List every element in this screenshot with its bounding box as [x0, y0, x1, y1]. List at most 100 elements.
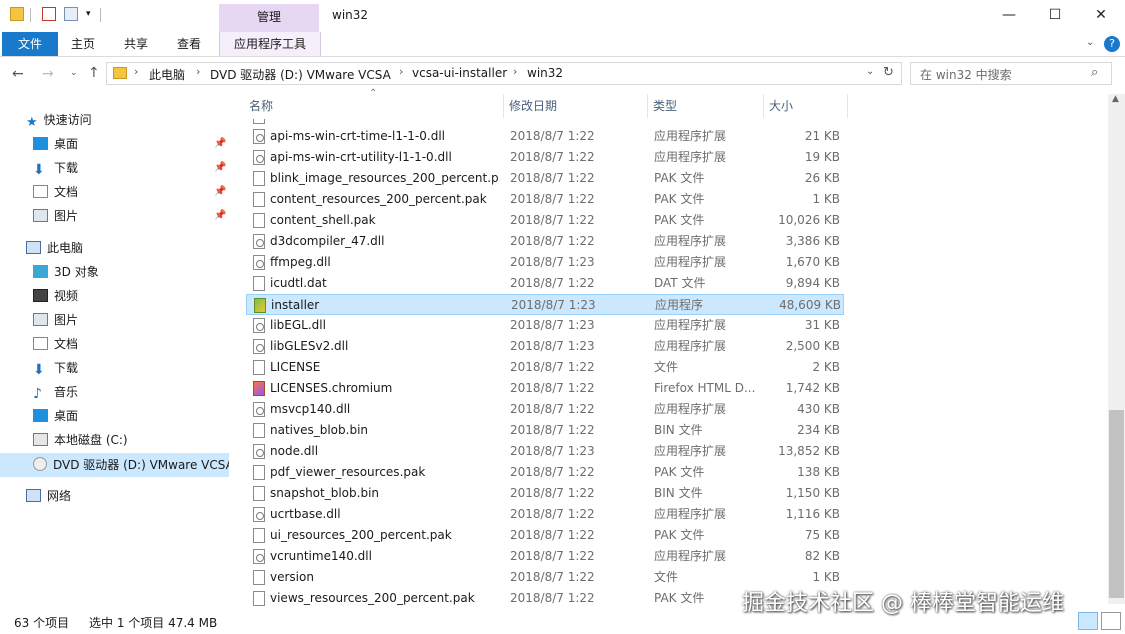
forward-arrow-icon[interactable]: →: [42, 66, 54, 82]
file-date: 2018/8/7 1:22: [510, 591, 595, 605]
nav-desktop-pc[interactable]: 桌面: [33, 405, 78, 427]
back-arrow-icon[interactable]: ←: [12, 66, 24, 82]
column-name[interactable]: 名称: [244, 94, 504, 118]
table-row[interactable]: ucrtbase.dll 2018/8/7 1:22 应用程序扩展 1,116 KB: [246, 504, 844, 525]
file-date: 2018/8/7 1:22: [510, 129, 595, 143]
tab-application-tools[interactable]: 应用程序工具: [219, 32, 321, 56]
column-type[interactable]: 类型: [648, 94, 764, 118]
nav-dvd-drive[interactable]: DVD 驱动器 (D:) VMware VCSA: [33, 454, 229, 476]
file-size: 75 KB: [804, 528, 840, 542]
table-row[interactable]: libGLESv2.dll 2018/8/7 1:23 应用程序扩展 2,500 KB: [246, 336, 844, 357]
nav-this-pc[interactable]: 此电脑: [26, 237, 83, 259]
nav-network[interactable]: 网络: [26, 485, 71, 507]
table-row[interactable]: vcruntime140.dll 2018/8/7 1:22 应用程序扩展 82 KB: [246, 546, 844, 567]
file-type: PAK 文件: [654, 171, 705, 185]
search-placeholder[interactable]: 在 win32 中搜索: [920, 66, 1012, 83]
large-icons-view-button[interactable]: [1101, 612, 1121, 630]
nav-videos[interactable]: 视频: [33, 285, 78, 307]
up-arrow-icon[interactable]: ↑: [88, 65, 100, 81]
chevron-down-icon[interactable]: ⌄: [1086, 37, 1094, 48]
pin-icon[interactable]: 📌: [214, 162, 226, 173]
scroll-up-icon[interactable]: ▲: [1112, 94, 1119, 104]
table-row[interactable]: snapshot_blob.bin 2018/8/7 1:22 BIN 文件 1,15…: [246, 483, 844, 504]
table-row[interactable]: installer 2018/8/7 1:23 应用程序 48,609 KB: [246, 294, 844, 315]
breadcrumb-dvd-drive[interactable]: DVD 驱动器 (D:) VMware VCSA: [210, 66, 391, 83]
maximize-button[interactable]: ☐: [1032, 0, 1078, 32]
chevron-right-icon[interactable]: ›: [196, 65, 200, 78]
context-tab-group: 管理: [219, 4, 319, 32]
nav-music[interactable]: ♪ 音乐: [33, 381, 78, 403]
chevron-down-icon[interactable]: ⌄: [866, 66, 874, 77]
table-row[interactable]: msvcp140.dll 2018/8/7 1:22 应用程序扩展 430 KB: [246, 399, 844, 420]
file-name: d3dcompiler_47.dll: [270, 234, 385, 248]
tab-share[interactable]: 共享: [116, 32, 156, 56]
file-date: 2018/8/7 1:22: [510, 486, 595, 500]
nav-quick-access[interactable]: ★ 快速访问: [26, 109, 92, 131]
nav-documents[interactable]: 文档: [33, 181, 78, 203]
table-row[interactable]: LICENSES.chromium 2018/8/7 1:22 Firefox HT…: [246, 378, 844, 399]
column-date[interactable]: 修改日期: [504, 94, 648, 118]
nav-pictures[interactable]: 图片: [33, 205, 78, 227]
table-row[interactable]: node.dll 2018/8/7 1:23 应用程序扩展 13,852 KB: [246, 441, 844, 462]
new-folder-icon[interactable]: [64, 7, 78, 21]
file-name: snapshot_blob.bin: [270, 486, 380, 500]
table-row[interactable]: api-ms-win-crt-time-l1-1-0.dll 2018/8/7 1…: [246, 126, 844, 147]
file-date: 2018/8/7 1:22: [510, 171, 595, 185]
nav-pictures-pc[interactable]: 图片: [33, 309, 78, 331]
table-row[interactable]: natives_blob.bin 2018/8/7 1:22 BIN 文件 234 K…: [246, 420, 844, 441]
pin-icon[interactable]: 📌: [214, 210, 226, 221]
table-row[interactable]: ffmpeg.dll 2018/8/7 1:23 应用程序扩展 1,670 KB: [246, 252, 844, 273]
video-icon: [33, 289, 48, 302]
table-row[interactable]: ui_resources_200_percent.pak 2018/8/7 1:2…: [246, 525, 844, 546]
help-icon[interactable]: ?: [1104, 36, 1120, 52]
title-bar: ▾ 管理 win32 — ☐ ✕: [0, 0, 1125, 32]
divider: [100, 8, 101, 22]
nav-3d-objects[interactable]: 3D 对象: [33, 261, 99, 283]
minimize-button[interactable]: —: [986, 0, 1032, 32]
dll-file-icon: [253, 339, 265, 354]
close-button[interactable]: ✕: [1078, 0, 1124, 32]
search-box[interactable]: 在 win32 中搜索 ⌕: [910, 62, 1112, 85]
chevron-right-icon[interactable]: ›: [399, 65, 403, 78]
chevron-right-icon[interactable]: ›: [513, 65, 517, 78]
nav-downloads[interactable]: ⬇ 下载: [33, 157, 78, 179]
chevron-right-icon[interactable]: ›: [134, 65, 138, 78]
recent-locations-icon[interactable]: ⌄: [70, 68, 78, 78]
refresh-icon[interactable]: ↻: [883, 65, 894, 80]
scrollbar-thumb[interactable]: [1109, 410, 1124, 598]
table-row[interactable]: d3dcompiler_47.dll 2018/8/7 1:22 应用程序扩展 3,3…: [246, 231, 844, 252]
file-name: api-ms-win-crt-utility-l1-1-0.dll: [270, 150, 452, 164]
file-date: 2018/8/7 1:22: [510, 423, 595, 437]
search-icon[interactable]: ⌕: [1091, 65, 1098, 80]
table-row[interactable]: icudtl.dat 2018/8/7 1:22 DAT 文件 9,894 KB: [246, 273, 844, 294]
table-row[interactable]: LICENSE 2018/8/7 1:22 文件 2 KB: [246, 357, 844, 378]
breadcrumb-this-pc[interactable]: 此电脑: [149, 66, 185, 83]
table-row[interactable]: blink_image_resources_200_percent.p... 20…: [246, 168, 844, 189]
file-icon: [253, 119, 265, 124]
breadcrumb-win32[interactable]: win32: [527, 66, 563, 80]
file-name: content_resources_200_percent.pak: [270, 192, 487, 206]
pin-icon[interactable]: 📌: [214, 138, 226, 149]
details-view-button[interactable]: [1078, 612, 1098, 630]
table-row[interactable]: libEGL.dll 2018/8/7 1:23 应用程序扩展 31 KB: [246, 315, 844, 336]
breadcrumb-vcsa-ui-installer[interactable]: vcsa-ui-installer: [412, 66, 507, 80]
nav-desktop[interactable]: 桌面: [33, 133, 78, 155]
file-icon: [253, 465, 265, 480]
properties-icon[interactable]: [42, 7, 56, 21]
column-size[interactable]: 大小: [764, 94, 848, 118]
address-bar[interactable]: › 此电脑 › DVD 驱动器 (D:) VMware VCSA › vcsa-…: [106, 62, 902, 85]
pin-icon[interactable]: 📌: [214, 186, 226, 197]
table-row[interactable]: api-ms-win-crt-utility-l1-1-0.dll 2018/8/…: [246, 147, 844, 168]
table-row[interactable]: content_resources_200_percent.pak 2018/8/…: [246, 189, 844, 210]
table-row[interactable]: pdf_viewer_resources.pak 2018/8/7 1:22 PAK…: [246, 462, 844, 483]
nav-label: 下载: [54, 161, 79, 175]
customize-quick-access-icon[interactable]: ▾: [86, 9, 91, 19]
nav-downloads-pc[interactable]: ⬇ 下载: [33, 357, 78, 379]
nav-documents-pc[interactable]: 文档: [33, 333, 78, 355]
tab-home[interactable]: 主页: [63, 32, 103, 56]
folder-icon[interactable]: [10, 7, 24, 21]
tab-file[interactable]: 文件: [2, 32, 58, 56]
tab-view[interactable]: 查看: [169, 32, 209, 56]
nav-local-disk-c[interactable]: 本地磁盘 (C:): [33, 429, 128, 451]
table-row[interactable]: content_shell.pak 2018/8/7 1:22 PAK 文件 10,0…: [246, 210, 844, 231]
